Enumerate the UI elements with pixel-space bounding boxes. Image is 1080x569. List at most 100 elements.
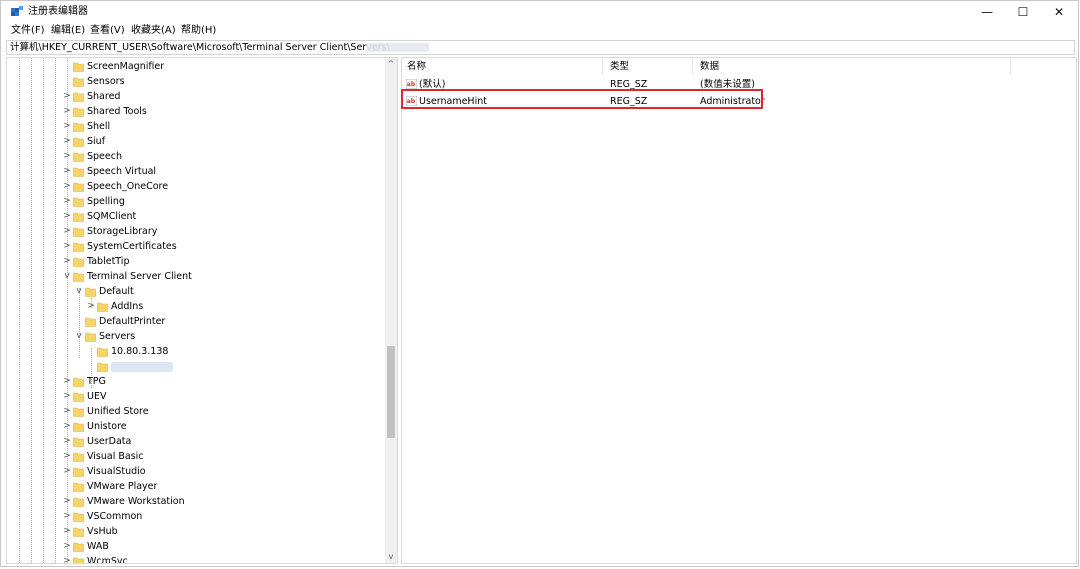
collapse-chevron-icon[interactable]: v [62, 269, 72, 284]
scroll-thumb[interactable] [387, 346, 395, 438]
expand-chevron-icon[interactable]: > [86, 299, 96, 314]
folder-icon [85, 317, 96, 327]
tree-item[interactable]: > Shared Tools [7, 104, 385, 119]
tree-item-label: UserData [87, 436, 132, 447]
scroll-down-arrow-icon[interactable]: v [385, 551, 397, 563]
registry-tree-pane[interactable]: ScreenMagnifier Sensors > Shared > Shared Too… [6, 57, 398, 564]
expand-chevron-icon[interactable]: > [62, 464, 72, 479]
tree-item[interactable]: > VisualStudio [7, 464, 385, 479]
expand-chevron-icon[interactable]: > [62, 449, 72, 464]
menu-view[interactable]: 查看(V) [90, 25, 125, 37]
tree-item[interactable]: Sensors [7, 74, 385, 89]
tree-item[interactable]: > UserData [7, 434, 385, 449]
tree-item[interactable]: > Visual Basic [7, 449, 385, 464]
expand-chevron-icon[interactable]: > [62, 254, 72, 269]
tree-item[interactable]: > VMware Workstation [7, 494, 385, 509]
tree-item[interactable]: > Unistore [7, 419, 385, 434]
expand-chevron-icon[interactable]: > [62, 419, 72, 434]
tree-item[interactable]: > Spelling [7, 194, 385, 209]
tree-item[interactable]: > Unified Store [7, 404, 385, 419]
column-header-data[interactable]: 数据 [700, 61, 719, 73]
address-bar[interactable]: 计算机\HKEY_CURRENT_USER\Software\Microsoft… [6, 40, 1075, 55]
expand-chevron-icon[interactable]: > [62, 509, 72, 524]
expand-chevron-icon[interactable]: > [62, 164, 72, 179]
tree-item[interactable]: > AddIns [7, 299, 385, 314]
tree-item-label: Speech_OneCore [87, 181, 169, 192]
folder-icon [73, 227, 84, 237]
tree-item[interactable]: VMware Player [7, 479, 385, 494]
menu-favorites[interactable]: 收藏夹(A) [131, 25, 176, 37]
folder-icon [73, 92, 84, 102]
expand-chevron-icon[interactable]: > [62, 89, 72, 104]
column-header-type[interactable]: 类型 [610, 61, 629, 73]
expand-chevron-icon[interactable]: > [62, 389, 72, 404]
tree-item[interactable]: > Speech [7, 149, 385, 164]
expand-chevron-icon[interactable]: > [62, 404, 72, 419]
tree-vertical-scrollbar[interactable]: ^ v [385, 58, 397, 563]
expand-chevron-icon[interactable]: > [62, 104, 72, 119]
tree-item[interactable]: > TPG [7, 374, 385, 389]
minimize-button[interactable]: — [969, 1, 1005, 23]
tree-item-label: Speech Virtual [87, 166, 157, 177]
folder-icon [73, 182, 84, 192]
expand-chevron-icon[interactable]: > [62, 524, 72, 539]
expand-chevron-icon[interactable]: > [62, 194, 72, 209]
expand-chevron-icon[interactable]: > [62, 224, 72, 239]
tree-item[interactable]: v Default [7, 284, 385, 299]
tree-item[interactable]: DefaultPrinter [7, 314, 385, 329]
tree-item-label: UEV [87, 391, 107, 402]
expand-chevron-icon[interactable]: > [62, 149, 72, 164]
tree-item-label: VMware Player [87, 481, 158, 492]
folder-icon [73, 122, 84, 132]
tree-item[interactable]: > StorageLibrary [7, 224, 385, 239]
title-bar[interactable]: 注册表编辑器 — ☐ ✕ [1, 1, 1078, 23]
column-separator[interactable] [602, 58, 603, 74]
tree-item[interactable]: > Shell [7, 119, 385, 134]
tree-item[interactable]: > VSCommon [7, 509, 385, 524]
tree-item-label: Sensors [87, 76, 125, 87]
close-button[interactable]: ✕ [1041, 1, 1077, 23]
maximize-button[interactable]: ☐ [1005, 1, 1041, 23]
tree-item-label: Default [99, 286, 134, 297]
expand-chevron-icon[interactable]: > [62, 374, 72, 389]
column-separator[interactable] [1010, 58, 1011, 74]
tree-item[interactable]: > SQMClient [7, 209, 385, 224]
expand-chevron-icon[interactable]: > [62, 239, 72, 254]
collapse-chevron-icon[interactable]: v [74, 329, 84, 344]
menu-help[interactable]: 帮助(H) [181, 25, 216, 37]
expand-chevron-icon[interactable]: > [62, 209, 72, 224]
tree-item[interactable]: > TabletTip [7, 254, 385, 269]
menu-edit[interactable]: 编辑(E) [51, 25, 85, 37]
expand-chevron-icon[interactable]: > [62, 539, 72, 554]
tree-item[interactable]: > VsHub [7, 524, 385, 539]
folder-icon [73, 422, 84, 432]
tree-item[interactable]: ScreenMagnifier [7, 59, 385, 74]
tree-item[interactable]: > UEV [7, 389, 385, 404]
tree-item[interactable] [7, 359, 385, 374]
tree-item[interactable]: > Speech Virtual [7, 164, 385, 179]
tree-item[interactable]: v Servers [7, 329, 385, 344]
tree-item-label: VSCommon [87, 511, 143, 522]
annotation-highlight-box [401, 89, 763, 109]
column-separator[interactable] [692, 58, 693, 74]
expand-chevron-icon[interactable]: > [62, 134, 72, 149]
tree-item[interactable]: > Speech_OneCore [7, 179, 385, 194]
expand-chevron-icon[interactable]: > [62, 554, 72, 563]
tree-item[interactable]: > WAB [7, 539, 385, 554]
expand-chevron-icon[interactable]: > [62, 119, 72, 134]
menu-file[interactable]: 文件(F) [11, 25, 45, 37]
tree-item[interactable]: > Siuf [7, 134, 385, 149]
scroll-up-arrow-icon[interactable]: ^ [385, 58, 397, 70]
tree-item[interactable]: > WcmSvc [7, 554, 385, 563]
tree-item[interactable]: v Terminal Server Client [7, 269, 385, 284]
registry-values-pane[interactable]: 名称 类型 数据 ab (默认) REG_SZ (数值未设置) ab Usern… [401, 57, 1077, 564]
tree-item[interactable]: 10.80.3.138 [7, 344, 385, 359]
expand-chevron-icon[interactable]: > [62, 434, 72, 449]
collapse-chevron-icon[interactable]: v [74, 284, 84, 299]
tree-item[interactable]: > Shared [7, 89, 385, 104]
folder-icon [73, 137, 84, 147]
expand-chevron-icon[interactable]: > [62, 494, 72, 509]
expand-chevron-icon[interactable]: > [62, 179, 72, 194]
column-header-name[interactable]: 名称 [407, 61, 426, 73]
tree-item[interactable]: > SystemCertificates [7, 239, 385, 254]
